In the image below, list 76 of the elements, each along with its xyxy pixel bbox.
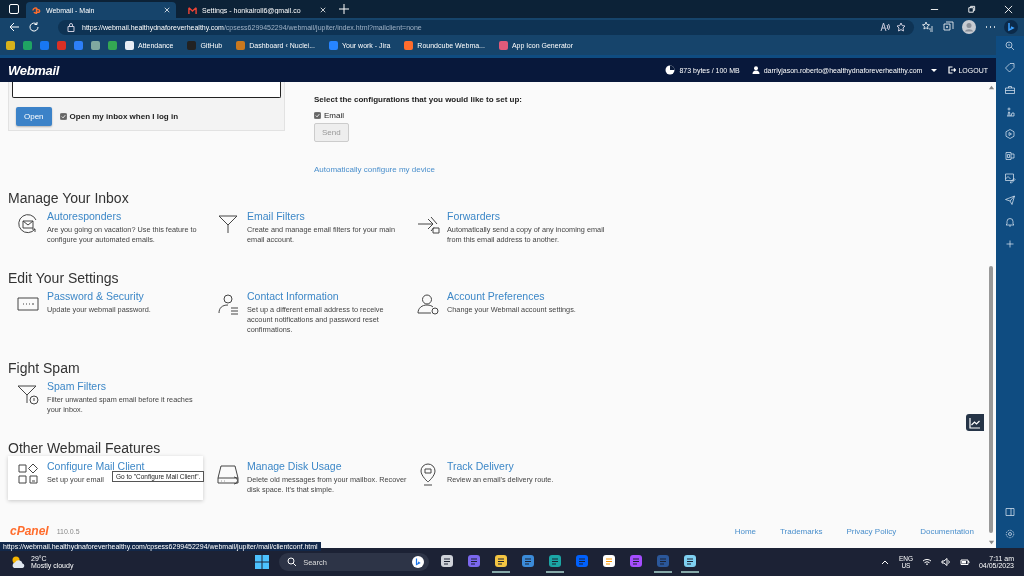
- favorites-icon[interactable]: [922, 21, 934, 33]
- footer-link[interactable]: Privacy Policy: [846, 526, 897, 536]
- image-edit-icon[interactable]: [1004, 172, 1016, 184]
- tag-icon[interactable]: [1004, 62, 1016, 74]
- bing-icon: [412, 556, 425, 568]
- feature-link[interactable]: Spam Filters: [47, 380, 207, 392]
- feature-link[interactable]: Manage Disk Usage: [247, 460, 407, 472]
- logout-icon: [948, 66, 957, 74]
- feature-link[interactable]: Contact Information: [247, 290, 407, 302]
- read-aloud-icon[interactable]: [880, 22, 890, 32]
- funnel-warning-icon: [16, 382, 40, 406]
- feature-link[interactable]: Configure Mail Client: [47, 460, 145, 472]
- battery-icon[interactable]: [959, 557, 970, 567]
- section-heading: Manage Your Inbox: [8, 189, 130, 208]
- back-icon[interactable]: [8, 21, 20, 33]
- footer-link[interactable]: Documentation: [920, 526, 974, 536]
- feature-link[interactable]: Account Preferences: [447, 290, 607, 302]
- section-heading: Other Webmail Features: [8, 439, 162, 458]
- envelope-icon: [188, 5, 197, 15]
- feature-link[interactable]: Password & Security: [47, 290, 207, 302]
- bookmark-icon[interactable]: [6, 41, 15, 50]
- person-gear-icon: [416, 292, 440, 316]
- cloud-sun-icon: [10, 554, 26, 570]
- chart-button[interactable]: [966, 414, 984, 431]
- funnel-icon: [216, 212, 240, 236]
- bing-icon[interactable]: [1004, 20, 1018, 34]
- refresh-icon[interactable]: [28, 21, 40, 33]
- feature-link[interactable]: Autoresponders: [47, 210, 207, 222]
- star-plus-icon[interactable]: [896, 22, 906, 32]
- footer-link[interactable]: Trademarks: [780, 526, 823, 536]
- config-prompt: Select the configurations that you would like to set up:: [314, 95, 522, 104]
- section-heading: Fight Spam: [8, 359, 81, 378]
- disk-drive-icon: [216, 462, 240, 486]
- search-icon[interactable]: [1004, 40, 1016, 52]
- lock-icon: [66, 22, 76, 32]
- feature-link[interactable]: Email Filters: [247, 210, 407, 222]
- checkbox[interactable]: [59, 113, 67, 120]
- restore-icon[interactable]: [967, 4, 976, 14]
- side-panel-icon[interactable]: [1004, 506, 1016, 518]
- new-tab-icon[interactable]: [338, 3, 350, 15]
- caret-icon[interactable]: [930, 66, 939, 74]
- tab-actions-icon[interactable]: [8, 3, 20, 15]
- collections-icon[interactable]: [942, 21, 954, 33]
- apps-grid-icon: [16, 462, 40, 486]
- wifi-icon[interactable]: [921, 557, 932, 567]
- hexagon-play-icon[interactable]: [1004, 128, 1016, 140]
- plus-icon[interactable]: [1004, 238, 1016, 250]
- paper-plane-icon[interactable]: [1004, 194, 1016, 206]
- briefcase-icon[interactable]: [1004, 84, 1016, 96]
- person-lines-icon: [216, 292, 240, 316]
- webmail-logo[interactable]: Webmail: [8, 62, 60, 78]
- input-field[interactable]: [12, 82, 281, 98]
- feature-link[interactable]: Forwarders: [447, 210, 607, 222]
- windows-icon[interactable]: [254, 554, 271, 570]
- close-icon[interactable]: [164, 7, 170, 13]
- section-heading: Edit Your Settings: [8, 269, 120, 288]
- scrollbar-thumb[interactable]: [989, 266, 993, 533]
- open-button[interactable]: Open: [16, 107, 52, 126]
- speaker-icon[interactable]: [940, 557, 951, 567]
- pie-chart-icon: [665, 65, 676, 75]
- checkbox-label: Email: [324, 111, 344, 120]
- profile-avatar-icon[interactable]: [962, 20, 976, 34]
- close-icon[interactable]: [320, 7, 326, 13]
- configure-device-link[interactable]: Automatically configure my device: [314, 165, 435, 174]
- scroll-up-icon[interactable]: [987, 84, 995, 91]
- search-icon: [287, 557, 298, 567]
- close-icon[interactable]: [1004, 4, 1013, 14]
- scroll-down-icon[interactable]: [987, 539, 995, 546]
- cpanel-icon: [32, 5, 41, 15]
- settings-icon[interactable]: [1004, 528, 1016, 540]
- checkbox[interactable]: [314, 112, 321, 119]
- user-icon: [751, 66, 760, 74]
- feature-link[interactable]: Track Delivery: [447, 460, 607, 472]
- footer-link[interactable]: Home: [734, 526, 756, 536]
- bell-icon[interactable]: [1004, 216, 1016, 228]
- checkbox-label: Open my inbox when I log in: [69, 112, 179, 121]
